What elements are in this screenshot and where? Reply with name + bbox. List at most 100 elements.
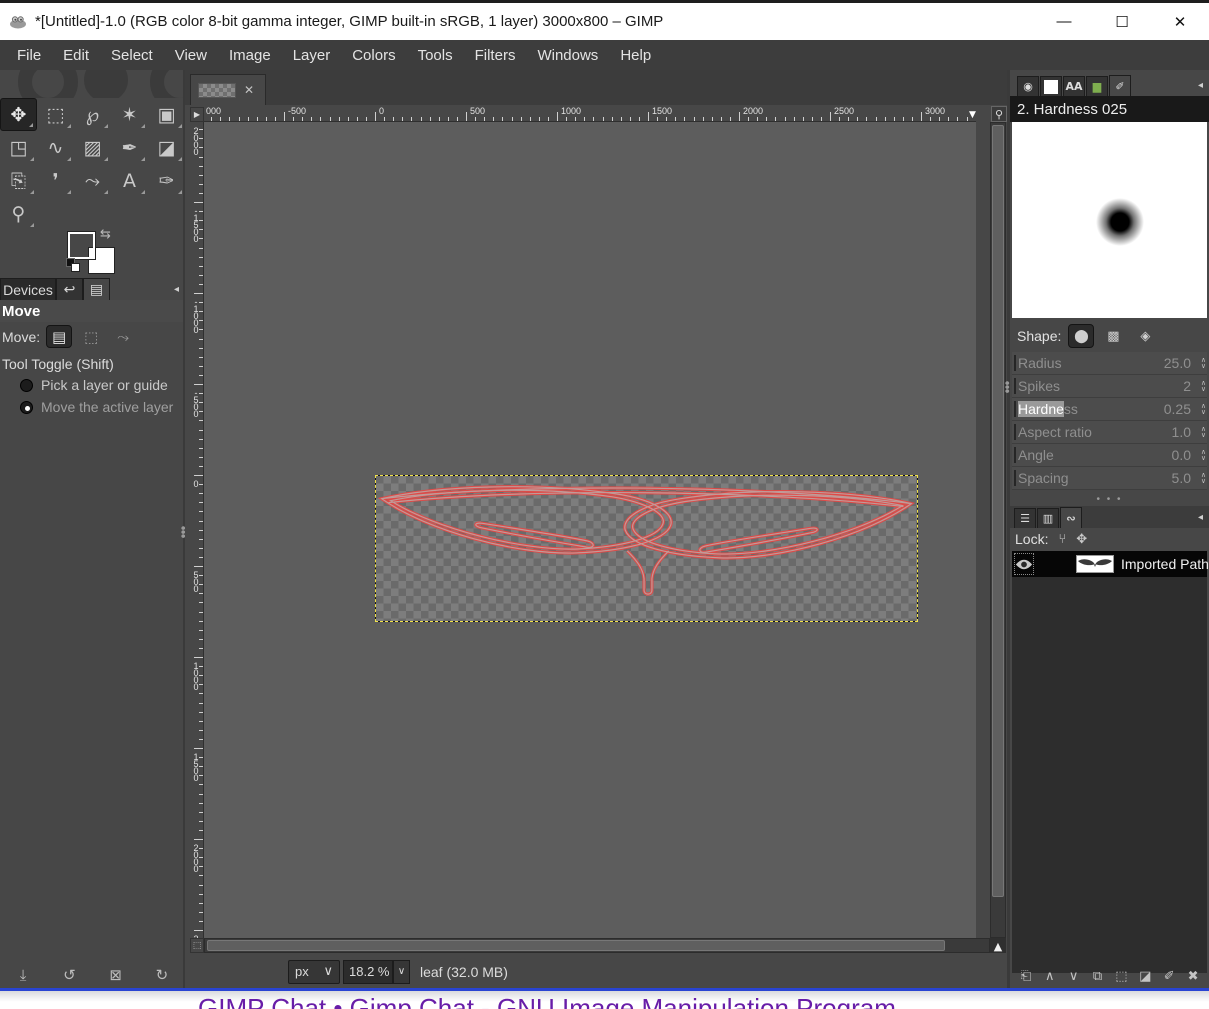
brush-editor-tab[interactable]: ✐: [1109, 75, 1131, 96]
delete-tool-preset-button[interactable]: ⊠: [102, 966, 130, 984]
path-to-selection-button[interactable]: ⬚: [1111, 969, 1131, 984]
vertical-scrollbar[interactable]: [990, 122, 1006, 938]
fonts-tab[interactable]: AA: [1063, 76, 1085, 96]
image-canvas[interactable]: [375, 475, 918, 622]
menu-item[interactable]: Edit: [52, 43, 100, 68]
patterns-tab[interactable]: [1040, 76, 1062, 96]
reset-tool-options-button[interactable]: ↻: [148, 966, 176, 984]
panel-grip[interactable]: • • •: [1010, 494, 1209, 505]
zoom-input[interactable]: 18.2 %: [343, 960, 393, 984]
shape-diamond-button[interactable]: ◈: [1132, 324, 1158, 348]
tool-text-button[interactable]: A: [111, 164, 148, 197]
spinner-arrows-icon[interactable]: ∧∨: [1201, 444, 1206, 466]
maximize-button[interactable]: ☐: [1093, 3, 1151, 40]
tool-ink-button[interactable]: ✒: [111, 131, 148, 164]
tool-transform-button[interactable]: ◳: [0, 131, 37, 164]
tool-options-tab[interactable]: ▤: [83, 278, 110, 300]
horizontal-scrollbar[interactable]: [204, 938, 990, 953]
collapse-dock-icon[interactable]: ◂: [1198, 80, 1203, 91]
spacing-slider[interactable]: Spacing 5.0 ∧∨: [1012, 467, 1207, 490]
zoom-dropdown-button[interactable]: ∨: [393, 960, 410, 984]
lock-position-icon[interactable]: ✥: [1076, 532, 1087, 547]
path-list-background[interactable]: [1012, 577, 1207, 973]
tool-warp-button[interactable]: ∿: [37, 131, 74, 164]
menu-item[interactable]: Tools: [407, 43, 464, 68]
zoom-follow-window-button[interactable]: ⚲: [991, 106, 1007, 122]
vertical-ruler[interactable]: 2000-1500-1000-50005001000150020002500: [190, 122, 204, 938]
quickmask-toggle-button[interactable]: ⬚: [190, 938, 204, 953]
menu-item[interactable]: Layer: [282, 43, 342, 68]
gradients-tab[interactable]: ▆: [1086, 76, 1108, 96]
spinner-arrows-icon[interactable]: ∧∨: [1201, 467, 1206, 489]
tool-gradient-button[interactable]: ▨: [74, 131, 111, 164]
tool-clone-button[interactable]: ⎘: [0, 164, 37, 197]
brushes-tab[interactable]: ◉: [1017, 76, 1039, 96]
tool-fuzzy-select-button[interactable]: ✶: [111, 98, 148, 131]
delete-path-button[interactable]: ✖: [1183, 969, 1203, 984]
angle-slider[interactable]: Angle 0.0 ∧∨: [1012, 444, 1207, 467]
radio-move-active-layer[interactable]: Move the active layer: [0, 396, 185, 418]
navigation-button[interactable]: ▲: [990, 938, 1006, 953]
menu-item[interactable]: Colors: [341, 43, 406, 68]
swap-colors-icon[interactable]: ⇆: [100, 227, 111, 242]
tool-crop-button[interactable]: ▣: [148, 98, 185, 131]
spinner-arrows-icon[interactable]: ∧∨: [1201, 352, 1206, 374]
horizontal-ruler[interactable]: 000-500050010001500200025003000: [204, 105, 976, 122]
menu-item[interactable]: View: [164, 43, 218, 68]
spikes-slider[interactable]: Spikes 2 ∧∨: [1012, 375, 1207, 398]
vertical-scrollbar-thumb[interactable]: [992, 125, 1004, 897]
image-tab[interactable]: ✕: [190, 74, 266, 105]
spinner-arrows-icon[interactable]: ∧∨: [1201, 398, 1206, 420]
radio-pick-layer[interactable]: Pick a layer or guide: [0, 374, 185, 396]
aspect-ratio-slider[interactable]: Aspect ratio 1.0 ∧∨: [1012, 421, 1207, 444]
move-path-mode-button[interactable]: ⤳: [110, 325, 136, 348]
ruler-menu-button[interactable]: ▶: [190, 107, 204, 122]
channels-tab[interactable]: ▥: [1037, 508, 1059, 528]
tool-smudge-button[interactable]: ❜: [37, 164, 74, 197]
stroke-path-button[interactable]: ✐: [1159, 969, 1179, 984]
devices-tab[interactable]: Devices: [0, 278, 56, 300]
unit-select[interactable]: px ∨: [288, 960, 340, 984]
new-path-button[interactable]: ⎗: [1016, 969, 1036, 984]
radius-slider[interactable]: Radius 25.0 ∧∨: [1012, 352, 1207, 375]
tool-move-button[interactable]: ✥: [0, 98, 37, 131]
tool-history-tab[interactable]: ↩: [56, 278, 83, 300]
collapse-dock-icon[interactable]: ◂: [174, 284, 179, 295]
menu-item[interactable]: Help: [609, 43, 662, 68]
save-tool-preset-button[interactable]: ⤓: [9, 966, 37, 984]
image-tab-close-icon[interactable]: ✕: [244, 83, 254, 97]
tool-color-picker-button[interactable]: ✑: [148, 164, 185, 197]
lower-path-button[interactable]: ∨: [1064, 969, 1084, 984]
menu-item[interactable]: Image: [218, 43, 282, 68]
raise-path-button[interactable]: ∧: [1040, 969, 1060, 984]
default-colors-icon[interactable]: [66, 258, 80, 272]
shape-square-button[interactable]: ▩: [1100, 324, 1126, 348]
move-layer-mode-button[interactable]: ▤: [46, 325, 72, 348]
spinner-arrows-icon[interactable]: ∧∨: [1201, 421, 1206, 443]
browser-link[interactable]: GIMP Chat • Gimp Chat - GNU Image Manipu…: [198, 993, 925, 1009]
menu-item[interactable]: Windows: [526, 43, 609, 68]
tool-eraser-button[interactable]: ◪: [148, 131, 185, 164]
restore-tool-preset-button[interactable]: ↺: [55, 966, 83, 984]
menu-item[interactable]: Select: [100, 43, 164, 68]
duplicate-path-button[interactable]: ⧉: [1088, 969, 1108, 984]
spinner-arrows-icon[interactable]: ∧∨: [1201, 375, 1206, 397]
tool-paths-button[interactable]: ⤳: [74, 164, 111, 197]
canvas-viewport[interactable]: [204, 122, 976, 938]
layers-tab[interactable]: ☰: [1014, 508, 1036, 528]
menu-item[interactable]: Filters: [464, 43, 527, 68]
visibility-toggle[interactable]: [1014, 553, 1034, 575]
move-selection-mode-button[interactable]: ⬚: [78, 325, 104, 348]
horizontal-scrollbar-thumb[interactable]: [207, 940, 945, 951]
path-list-item[interactable]: Imported Path: [1012, 551, 1207, 577]
titlebar[interactable]: *[Untitled]-1.0 (RGB color 8-bit gamma i…: [0, 3, 1209, 40]
collapse-dock-icon[interactable]: ◂: [1198, 512, 1203, 523]
lock-path-strokes-icon[interactable]: ⑂: [1058, 532, 1066, 547]
close-button[interactable]: ✕: [1151, 3, 1209, 40]
hardness-slider[interactable]: Hardne ss 0.25 ∧∨: [1012, 398, 1207, 421]
paths-tab[interactable]: ∾: [1060, 507, 1082, 528]
menu-item[interactable]: File: [6, 43, 52, 68]
tool-rectangle-select-button[interactable]: ⬚: [37, 98, 74, 131]
tool-free-select-button[interactable]: ℘: [74, 98, 111, 131]
selection-to-path-button[interactable]: ◪: [1135, 969, 1155, 984]
